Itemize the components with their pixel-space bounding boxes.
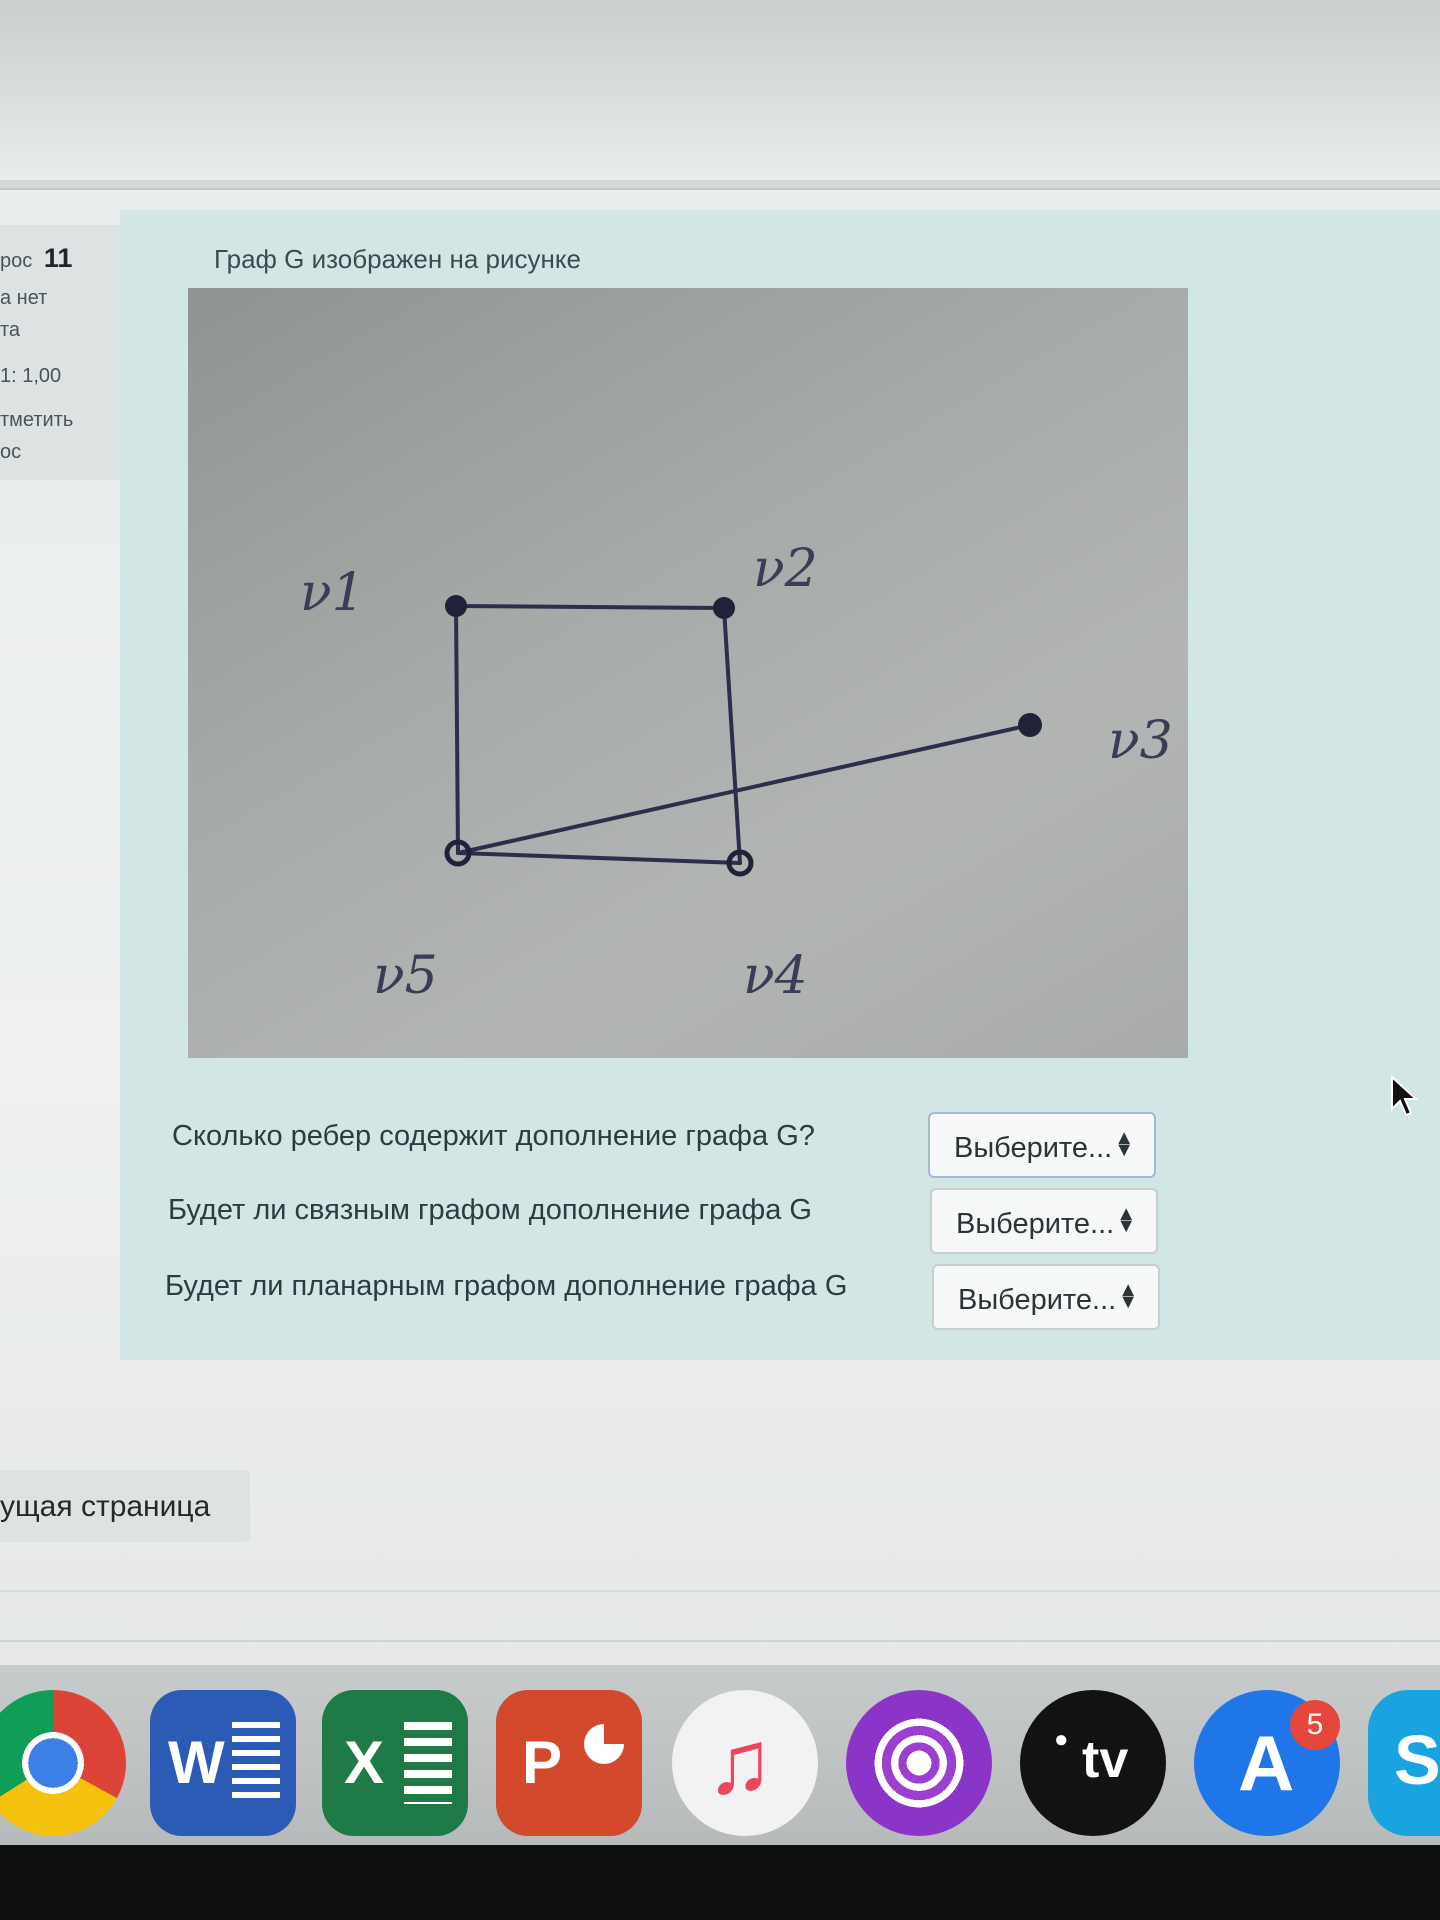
- subquestion-3-text: Будет ли планарным графом дополнение гра…: [165, 1270, 848, 1302]
- question-prefix: рос: [0, 250, 33, 272]
- status-line-1: а нет: [0, 287, 48, 309]
- edge-v5-v3: [456, 723, 1032, 855]
- edge-v2-v4: [722, 606, 742, 865]
- subquestion-1-text: Сколько ребер содержит дополнение графа …: [172, 1120, 815, 1152]
- label-v2: ν2: [753, 539, 818, 599]
- browser-top-area: [0, 0, 1440, 180]
- question-number: 11: [43, 243, 73, 273]
- notification-badge: 5: [1290, 1700, 1340, 1750]
- subquestion-3-select[interactable]: Выберите... ▲ ▼: [932, 1264, 1160, 1330]
- apple-tv-icon[interactable]: ● tv: [1020, 1690, 1166, 1836]
- subquestion-2-select[interactable]: Выберите... ▲ ▼: [930, 1188, 1158, 1254]
- music-icon[interactable]: ♫: [672, 1690, 818, 1836]
- question-text: Граф G изображен на рисунке: [214, 244, 581, 274]
- flag-question-link[interactable]: тметить: [0, 409, 73, 432]
- label-v5: ν5: [373, 946, 438, 1006]
- grade-text: 1: 1,00: [0, 365, 62, 387]
- select-arrows-icon: ▲ ▼: [1114, 1127, 1134, 1161]
- divider: [0, 1590, 1440, 1592]
- screen-bezel: [0, 1845, 1440, 1920]
- excel-icon[interactable]: X: [322, 1690, 468, 1836]
- label-v3: ν3: [1108, 711, 1173, 771]
- mouse-cursor-icon: [1391, 1075, 1419, 1117]
- select-value: Выберите...: [954, 1132, 1113, 1164]
- subquestion-1-select[interactable]: Выберите... ▲ ▼: [928, 1112, 1156, 1178]
- graph-figure-image: ν1 ν2 ν3 ν4 ν5: [188, 288, 1188, 1058]
- edge-v1-v2: [454, 604, 726, 610]
- vertex-v1: [445, 595, 467, 617]
- label-v1: ν1: [300, 563, 365, 623]
- status-line-2: та: [0, 319, 21, 341]
- podcasts-icon[interactable]: [846, 1690, 992, 1836]
- select-arrows-icon: ▲ ▼: [1118, 1279, 1138, 1313]
- graph-drawing: ν1 ν2 ν3 ν4 ν5: [300, 539, 1173, 1006]
- previous-page-button[interactable]: ущая страница: [0, 1470, 250, 1542]
- divider: [0, 1640, 1440, 1642]
- select-arrows-icon: ▲ ▼: [1116, 1203, 1136, 1237]
- skype-icon[interactable]: S: [1368, 1690, 1440, 1836]
- select-value: Выберите...: [956, 1208, 1115, 1240]
- flag-question-link-line2[interactable]: ос: [0, 441, 21, 464]
- subquestion-2-text: Будет ли связным графом дополнение графа…: [168, 1194, 812, 1226]
- powerpoint-icon[interactable]: P: [496, 1690, 642, 1836]
- vertex-v2: [713, 597, 735, 619]
- label-v4: ν4: [743, 946, 808, 1006]
- vertex-v3: [1018, 713, 1042, 737]
- question-info-panel: рос 11 а нет та 1: 1,00 тметить ос: [0, 225, 126, 480]
- edge-v1-v5: [454, 604, 460, 855]
- word-icon[interactable]: W: [150, 1690, 296, 1836]
- select-value: Выберите...: [958, 1284, 1117, 1316]
- edge-v5-v4: [456, 851, 742, 865]
- previous-page-label: ущая страница: [0, 1490, 211, 1523]
